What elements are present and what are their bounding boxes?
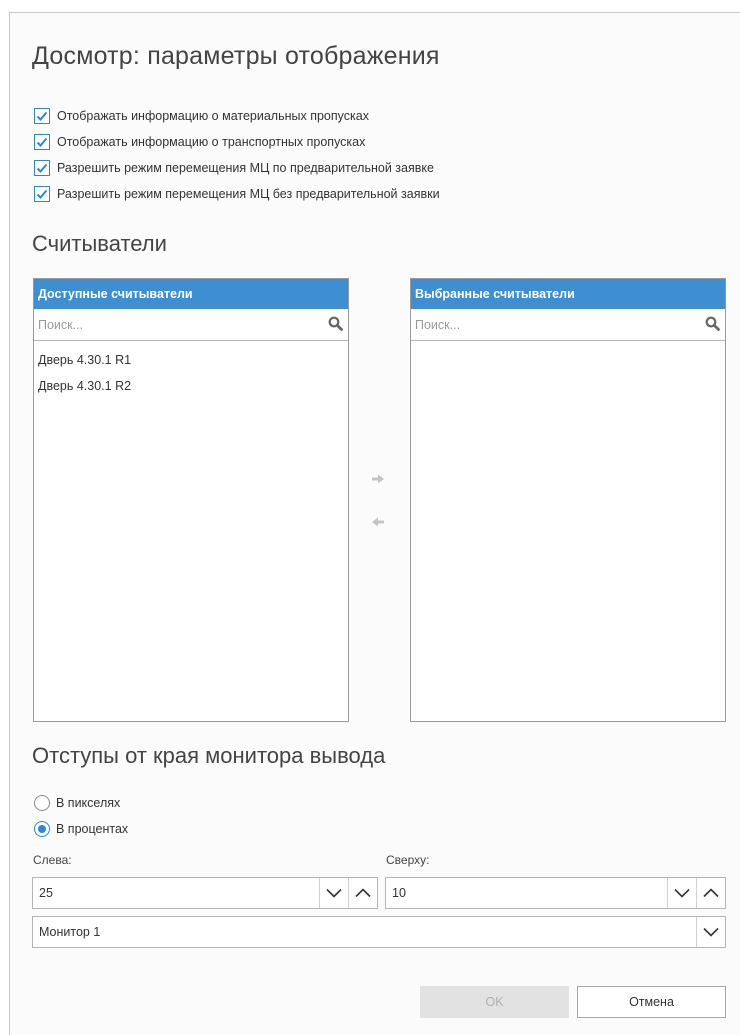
checkbox-move-without-request[interactable]: Разрешить режим перемещения МЦ без предв… (34, 185, 440, 203)
selected-readers-panel: Выбранные считыватели Поиск... (410, 278, 726, 722)
search-icon[interactable] (328, 316, 343, 334)
search-icon[interactable] (705, 316, 720, 334)
monitor-select[interactable]: Монитор 1 (32, 916, 726, 948)
chevron-down-icon[interactable] (319, 878, 348, 908)
list-item[interactable]: Дверь 4.30.1 R2 (34, 373, 348, 399)
left-offset-value[interactable]: 25 (33, 886, 319, 900)
checkbox-material-passes[interactable]: Отображать информацию о материальных про… (34, 107, 369, 125)
radio-label: В пикселях (56, 796, 121, 810)
arrow-left-icon[interactable] (371, 515, 385, 527)
checkbox-checked-icon[interactable] (34, 134, 50, 150)
arrow-right-icon[interactable] (371, 472, 385, 484)
selected-readers-header: Выбранные считыватели (411, 279, 725, 309)
available-readers-panel: Доступные считыватели Поиск... Дверь 4.3… (33, 278, 349, 722)
search-placeholder[interactable]: Поиск... (38, 318, 83, 332)
top-offset-label: Сверху: (386, 853, 430, 867)
selected-readers-search[interactable]: Поиск... (411, 309, 725, 341)
radio-percent[interactable]: В процентах (34, 819, 128, 839)
chevron-up-icon[interactable] (696, 878, 725, 908)
checkbox-label: Разрешить режим перемещения МЦ без предв… (57, 187, 440, 201)
selected-readers-list (411, 341, 725, 347)
checkbox-checked-icon[interactable] (34, 160, 50, 176)
radio-unselected-icon[interactable] (34, 795, 50, 811)
radio-pixels[interactable]: В пикселях (34, 793, 120, 813)
checkbox-label: Разрешить режим перемещения МЦ по предва… (57, 161, 434, 175)
top-offset-stepper[interactable]: 10 (385, 877, 726, 909)
checkbox-transport-passes[interactable]: Отображать информацию о транспортных про… (34, 133, 365, 151)
list-item[interactable]: Дверь 4.30.1 R1 (34, 347, 348, 373)
available-readers-list: Дверь 4.30.1 R1 Дверь 4.30.1 R2 (34, 341, 348, 399)
cancel-button[interactable]: Отмена (577, 986, 726, 1018)
dialog-title: Досмотр: параметры отображения (32, 42, 440, 70)
chevron-down-icon[interactable] (667, 878, 696, 908)
readers-section-title: Считыватели (32, 231, 167, 256)
available-readers-search[interactable]: Поиск... (34, 309, 348, 341)
chevron-down-icon[interactable] (696, 917, 725, 947)
radio-selected-icon[interactable] (34, 821, 50, 837)
checkbox-checked-icon[interactable] (34, 108, 50, 124)
checkbox-label: Отображать информацию о транспортных про… (57, 135, 366, 149)
monitor-select-value[interactable]: Монитор 1 (33, 925, 696, 939)
checkbox-checked-icon[interactable] (34, 186, 50, 202)
chevron-up-icon[interactable] (348, 878, 377, 908)
offsets-section-title: Отступы от края монитора вывода (32, 743, 386, 768)
available-readers-header: Доступные считыватели (34, 279, 348, 309)
left-offset-label: Слева: (33, 853, 72, 867)
top-offset-value[interactable]: 10 (386, 886, 667, 900)
left-offset-stepper[interactable]: 25 (32, 877, 378, 909)
checkbox-move-with-request[interactable]: Разрешить режим перемещения МЦ по предва… (34, 159, 434, 177)
checkbox-label: Отображать информацию о материальных про… (57, 109, 369, 123)
ok-button[interactable]: OK (420, 986, 569, 1018)
radio-label: В процентах (56, 822, 129, 836)
search-placeholder[interactable]: Поиск... (415, 318, 460, 332)
